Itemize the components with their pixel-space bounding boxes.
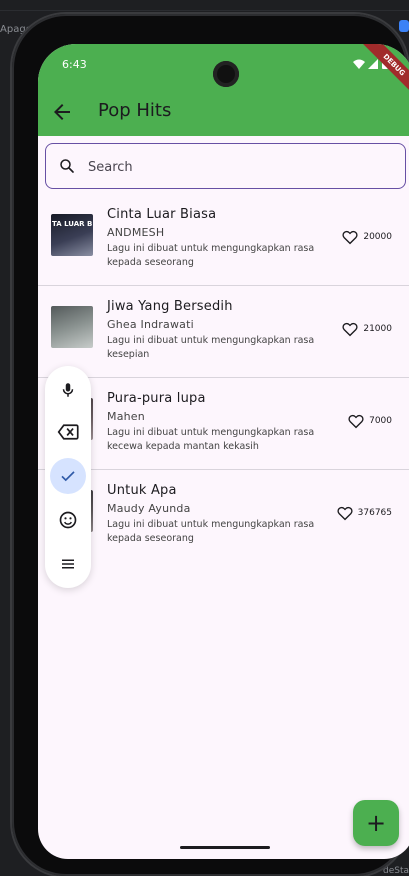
emoji-button[interactable]: [50, 502, 86, 538]
search-icon: [60, 159, 74, 173]
song-description: Lagu ini dibuat untuk mengungkapkan rasa…: [107, 519, 315, 544]
song-title: Untuk Apa: [107, 483, 177, 498]
backspace-icon: [57, 424, 79, 440]
floating-keyboard-toolbar: [45, 366, 91, 588]
menu-icon: [62, 559, 74, 569]
backspace-button[interactable]: [50, 414, 86, 450]
ide-bottom-label: deSta: [382, 866, 409, 876]
song-description: Lagu ini dibuat untuk mengungkapkan rasa…: [107, 335, 315, 360]
song-row[interactable]: Pura-pura lupa Mahen Lagu ini dibuat unt…: [38, 378, 409, 470]
home-indicator[interactable]: [180, 846, 270, 849]
add-song-button[interactable]: +: [353, 800, 399, 846]
thumbnail-text: TA LUAR BI: [52, 220, 93, 228]
heart-outline-icon: [337, 506, 353, 521]
song-artist: Ghea Indrawati: [107, 318, 194, 331]
song-thumbnail: TA LUAR BI: [51, 214, 93, 256]
arrow-back-icon: [54, 104, 70, 120]
song-description: Lagu ini dibuat untuk mengungkapkan rasa…: [107, 243, 315, 268]
check-icon: [61, 471, 75, 482]
mic-icon: [62, 383, 74, 397]
heart-outline-icon: [342, 322, 358, 337]
song-artist: ANDMESH: [107, 226, 165, 239]
search-input[interactable]: [88, 157, 388, 177]
camera-cutout: [213, 61, 239, 87]
back-button[interactable]: [50, 100, 74, 124]
search-field[interactable]: [45, 143, 406, 189]
song-description: Lagu ini dibuat untuk mengungkapkan rasa…: [107, 427, 315, 452]
menu-button[interactable]: [50, 546, 86, 582]
song-title: Jiwa Yang Bersedih: [107, 299, 233, 314]
ide-status-icon: [399, 20, 409, 32]
like-count: 376765: [357, 508, 392, 518]
song-row[interactable]: TA LUAR BI Cinta Luar Biasa ANDMESH Lagu…: [38, 194, 409, 286]
song-row[interactable]: Jiwa Yang Bersedih Ghea Indrawati Lagu i…: [38, 286, 409, 378]
emoji-icon: [59, 511, 77, 529]
done-button[interactable]: [50, 458, 86, 494]
like-count: 21000: [363, 324, 392, 334]
page-title: Pop Hits: [98, 100, 172, 121]
status-time: 6:43: [62, 58, 87, 71]
like-button[interactable]: 20000: [341, 228, 392, 246]
song-artist: Mahen: [107, 410, 145, 423]
like-button[interactable]: 21000: [341, 320, 392, 338]
like-button[interactable]: 7000: [347, 412, 392, 430]
app-bar: 6:43 DEBUG Pop Hits: [38, 44, 409, 136]
like-button[interactable]: 376765: [336, 504, 392, 522]
app-screen: 6:43 DEBUG Pop Hits Search TA LUAR BI Ci…: [38, 44, 409, 859]
heart-outline-icon: [348, 414, 364, 429]
song-title: Cinta Luar Biasa: [107, 207, 217, 222]
song-thumbnail: [51, 306, 93, 348]
song-list: TA LUAR BI Cinta Luar Biasa ANDMESH Lagu…: [38, 194, 409, 562]
song-row[interactable]: Untuk Apa Maudy Ayunda Lagu ini dibuat u…: [38, 470, 409, 562]
ide-divider: [0, 10, 409, 11]
song-artist: Maudy Ayunda: [107, 502, 191, 515]
like-count: 20000: [363, 232, 392, 242]
phone-frame: 6:43 DEBUG Pop Hits Search TA LUAR BI Ci…: [12, 14, 409, 876]
heart-outline-icon: [342, 230, 358, 245]
song-title: Pura-pura lupa: [107, 391, 206, 406]
like-count: 7000: [369, 416, 392, 426]
mic-button[interactable]: [50, 372, 86, 408]
